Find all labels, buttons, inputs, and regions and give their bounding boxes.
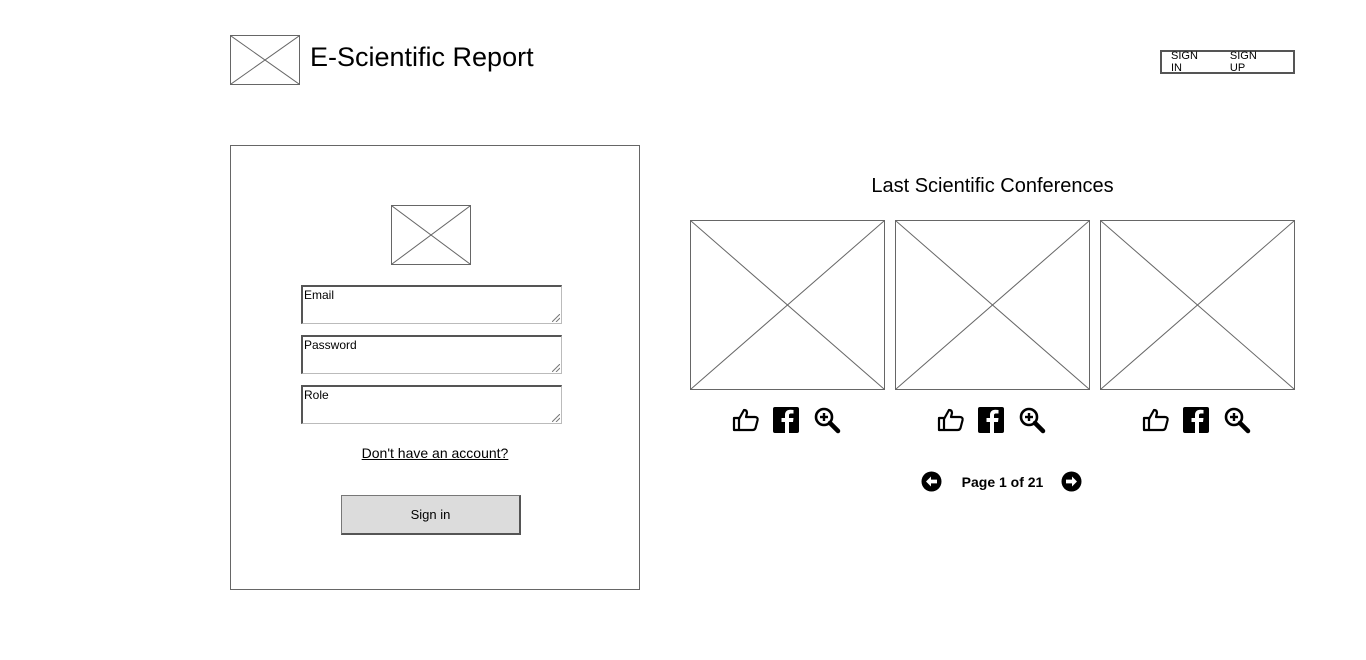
resize-grip-icon (552, 314, 560, 322)
auth-nav: SIGN IN SIGN UP (1160, 50, 1295, 74)
thumbs-up-icon[interactable] (937, 406, 965, 434)
sign-up-nav-link[interactable]: SIGN UP (1230, 50, 1274, 74)
resize-grip-icon (552, 364, 560, 372)
role-placeholder: Role (304, 388, 329, 402)
email-placeholder: Email (304, 288, 335, 302)
zoom-in-icon[interactable] (1018, 406, 1046, 434)
facebook-icon[interactable] (977, 406, 1005, 434)
facebook-icon[interactable] (772, 406, 800, 434)
conferences-title: Last Scientific Conferences (871, 175, 1114, 197)
page-indicator: Page 1 of 21 (961, 474, 1044, 490)
signin-button[interactable]: Sign in (341, 495, 521, 535)
arrow-right-circle-icon (1061, 471, 1082, 492)
zoom-in-icon[interactable] (813, 406, 841, 434)
email-field[interactable]: Email (301, 285, 562, 324)
app-title: E-Scientific Report (310, 42, 534, 72)
conference-image[interactable] (895, 220, 1090, 390)
arrow-left-circle-icon (921, 471, 942, 492)
logo (230, 35, 300, 85)
password-field[interactable]: Password (301, 335, 562, 374)
login-image (391, 205, 471, 265)
next-page-button[interactable] (1061, 471, 1082, 492)
facebook-icon[interactable] (1182, 406, 1210, 434)
password-placeholder: Password (304, 338, 357, 352)
sign-in-nav-link[interactable]: SIGN IN (1171, 50, 1211, 74)
prev-page-button[interactable] (921, 471, 942, 492)
thumbs-up-icon[interactable] (732, 406, 760, 434)
signup-link[interactable]: Don't have an account? (231, 445, 639, 461)
login-panel: Email Password Role Don't have an accoun… (230, 145, 640, 590)
conference-image[interactable] (1100, 220, 1295, 390)
zoom-in-icon[interactable] (1223, 406, 1251, 434)
resize-grip-icon (552, 414, 560, 422)
role-field[interactable]: Role (301, 385, 562, 424)
conference-image[interactable] (690, 220, 885, 390)
thumbs-up-icon[interactable] (1142, 406, 1170, 434)
